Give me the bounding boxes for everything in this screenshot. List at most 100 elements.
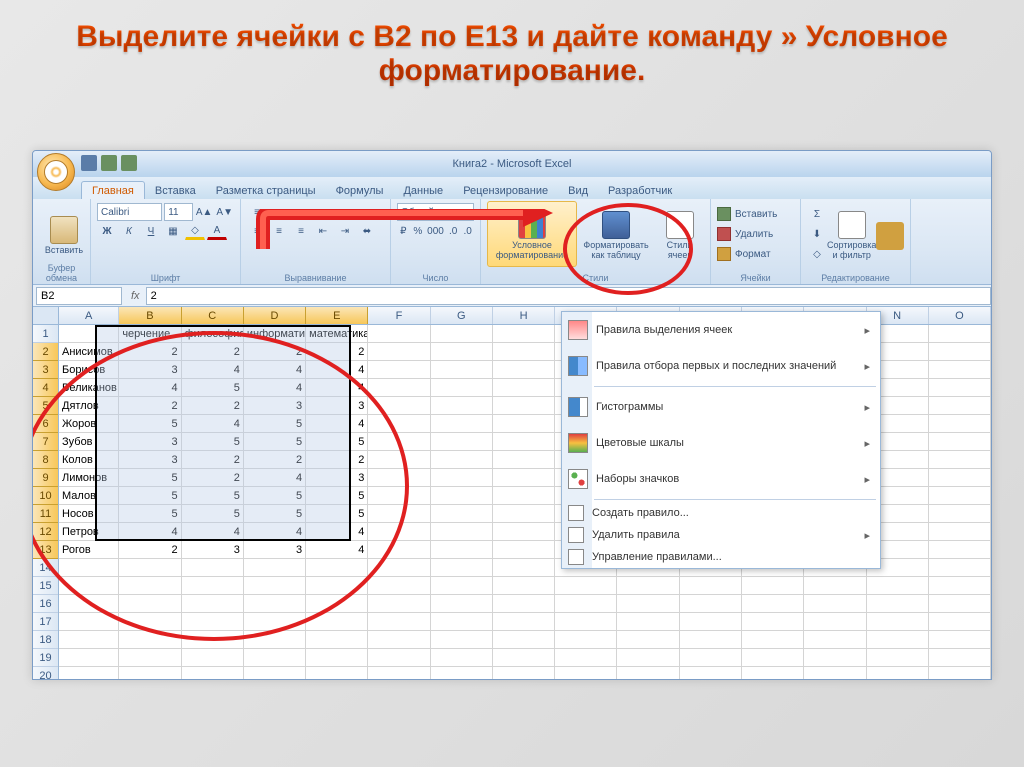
decrease-decimal-icon[interactable]: .0	[461, 222, 474, 240]
cell-C6[interactable]: 4	[182, 415, 244, 433]
row-header-9[interactable]: 9	[33, 469, 58, 487]
cell-O18[interactable]	[929, 631, 991, 649]
cell-E9[interactable]: 3	[306, 469, 368, 487]
align-left-icon[interactable]: ≡	[247, 222, 267, 240]
menu-top-bottom-rules[interactable]: Правила отбора первых и последних значен…	[562, 348, 880, 384]
cell-D20[interactable]	[244, 667, 306, 680]
cell-A14[interactable]	[59, 559, 119, 577]
menu-new-rule[interactable]: Создать правило...	[562, 502, 880, 524]
tab-review[interactable]: Рецензирование	[453, 182, 558, 199]
cell-D4[interactable]: 4	[244, 379, 306, 397]
cell-B9[interactable]: 5	[119, 469, 181, 487]
cell-F16[interactable]	[368, 595, 430, 613]
tab-developer[interactable]: Разработчик	[598, 182, 682, 199]
cell-G2[interactable]	[431, 343, 493, 361]
cell-E1[interactable]: математика	[306, 325, 368, 343]
cell-J17[interactable]	[617, 613, 679, 631]
cell-L15[interactable]	[742, 577, 804, 595]
cell-B13[interactable]: 2	[119, 541, 181, 559]
cell-G16[interactable]	[431, 595, 493, 613]
clear-icon[interactable]: ◇	[807, 245, 827, 263]
cell-G5[interactable]	[431, 397, 493, 415]
row-header-15[interactable]: 15	[33, 577, 58, 595]
cell-E5[interactable]: 3	[306, 397, 368, 415]
cell-A19[interactable]	[59, 649, 119, 667]
cell-D19[interactable]	[244, 649, 306, 667]
currency-icon[interactable]: ₽	[397, 222, 410, 240]
cell-F19[interactable]	[368, 649, 430, 667]
cell-C7[interactable]: 5	[182, 433, 244, 451]
cell-I20[interactable]	[555, 667, 617, 680]
row-header-14[interactable]: 14	[33, 559, 58, 577]
cell-A17[interactable]	[59, 613, 119, 631]
bold-icon[interactable]: Ж	[97, 222, 117, 240]
row-header-1[interactable]: 1	[33, 325, 58, 343]
cell-I18[interactable]	[555, 631, 617, 649]
redo-icon[interactable]	[121, 155, 137, 171]
spreadsheet-grid[interactable]: ABCDEFGHIJKLMNO 123456789101112131415161…	[33, 307, 991, 679]
cell-C9[interactable]: 2	[182, 469, 244, 487]
align-right-icon[interactable]: ≡	[291, 222, 311, 240]
cell-O7[interactable]	[929, 433, 991, 451]
cell-G17[interactable]	[431, 613, 493, 631]
cell-C4[interactable]: 5	[182, 379, 244, 397]
cell-O11[interactable]	[929, 505, 991, 523]
cell-O15[interactable]	[929, 577, 991, 595]
cell-G13[interactable]	[431, 541, 493, 559]
cell-C13[interactable]: 3	[182, 541, 244, 559]
cell-E17[interactable]	[306, 613, 368, 631]
cell-K17[interactable]	[680, 613, 742, 631]
delete-cells-button[interactable]: Удалить	[717, 225, 794, 243]
cell-H7[interactable]	[493, 433, 555, 451]
col-header-O[interactable]: O	[929, 307, 991, 324]
row-header-18[interactable]: 18	[33, 631, 58, 649]
cell-O8[interactable]	[929, 451, 991, 469]
row-header-7[interactable]: 7	[33, 433, 58, 451]
row-header-20[interactable]: 20	[33, 667, 58, 680]
cell-E11[interactable]: 5	[306, 505, 368, 523]
cell-C11[interactable]: 5	[182, 505, 244, 523]
cell-B2[interactable]: 2	[119, 343, 181, 361]
grow-font-icon[interactable]: A▲	[195, 203, 214, 221]
cell-F9[interactable]	[368, 469, 430, 487]
shrink-font-icon[interactable]: A▼	[215, 203, 234, 221]
format-cells-button[interactable]: Формат	[717, 245, 794, 263]
cell-A2[interactable]: Анисимов	[59, 343, 119, 361]
tab-formulas[interactable]: Формулы	[326, 182, 394, 199]
cell-H13[interactable]	[493, 541, 555, 559]
cell-N19[interactable]	[867, 649, 929, 667]
col-header-G[interactable]: G	[431, 307, 493, 324]
sum-icon[interactable]: Σ	[807, 205, 827, 223]
cell-H17[interactable]	[493, 613, 555, 631]
cell-F12[interactable]	[368, 523, 430, 541]
cell-F5[interactable]	[368, 397, 430, 415]
orientation-icon[interactable]: ↗	[313, 203, 333, 221]
cell-L19[interactable]	[742, 649, 804, 667]
cell-B4[interactable]: 4	[119, 379, 181, 397]
cell-O10[interactable]	[929, 487, 991, 505]
cell-F6[interactable]	[368, 415, 430, 433]
increase-decimal-icon[interactable]: .0	[447, 222, 460, 240]
cell-L20[interactable]	[742, 667, 804, 680]
cell-H1[interactable]	[493, 325, 555, 343]
cell-B18[interactable]	[119, 631, 181, 649]
name-box[interactable]: B2	[36, 287, 122, 305]
cell-C12[interactable]: 4	[182, 523, 244, 541]
cell-F13[interactable]	[368, 541, 430, 559]
cell-L18[interactable]	[742, 631, 804, 649]
cell-D14[interactable]	[244, 559, 306, 577]
cell-B6[interactable]: 5	[119, 415, 181, 433]
cell-B19[interactable]	[119, 649, 181, 667]
cell-N15[interactable]	[867, 577, 929, 595]
cell-B3[interactable]: 3	[119, 361, 181, 379]
cell-I15[interactable]	[555, 577, 617, 595]
cell-F20[interactable]	[368, 667, 430, 680]
cell-H5[interactable]	[493, 397, 555, 415]
cell-C14[interactable]	[182, 559, 244, 577]
number-format-combo[interactable]: Общий	[397, 203, 474, 221]
row-header-19[interactable]: 19	[33, 649, 58, 667]
office-button[interactable]	[37, 153, 75, 191]
cell-A6[interactable]: Жоров	[59, 415, 119, 433]
cell-A4[interactable]: Великанов	[59, 379, 119, 397]
cell-D12[interactable]: 4	[244, 523, 306, 541]
